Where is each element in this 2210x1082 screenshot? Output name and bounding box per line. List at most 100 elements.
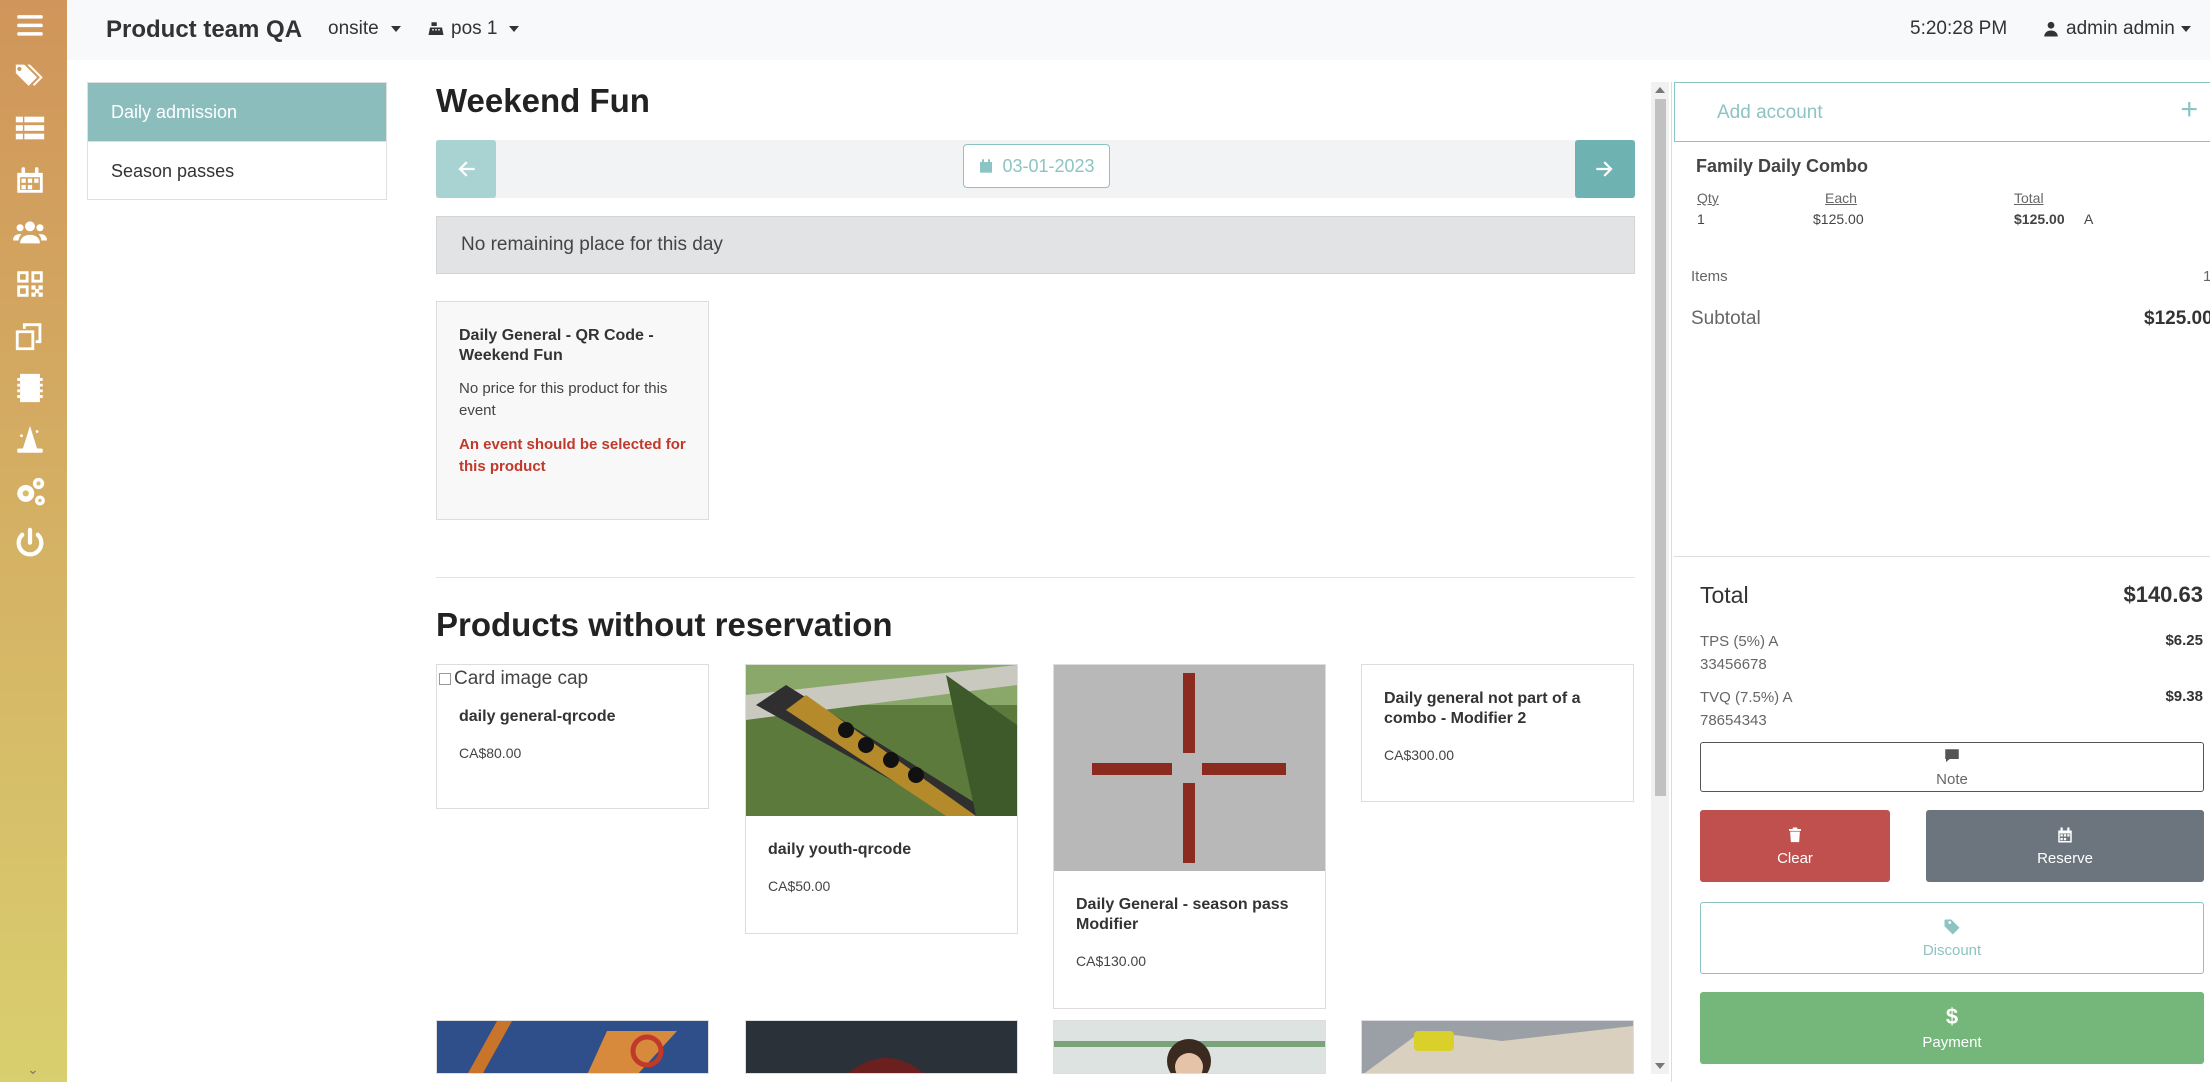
trash-icon (1789, 827, 1801, 842)
sd-card-icon[interactable] (12, 370, 48, 406)
calendar-icon (2058, 827, 2072, 842)
power-icon[interactable] (12, 526, 48, 562)
product-card[interactable] (1361, 1020, 1634, 1074)
subtotal-label: Subtotal (1691, 308, 1761, 329)
note-label: Note (1936, 770, 1968, 788)
section-divider (436, 577, 1635, 578)
main-scrollbar[interactable] (1651, 82, 1669, 1074)
menu-item-daily-admission[interactable]: Daily admission (88, 83, 386, 141)
tax-number: 33456678 (1700, 656, 1767, 673)
comment-icon (1945, 748, 1959, 762)
cash-register-icon (428, 22, 444, 35)
cart-line-title[interactable]: Family Daily Combo (1696, 156, 1868, 177)
cart-panel: Add account + Family Daily Combo Qty Eac… (1671, 82, 2210, 1082)
product-title: Daily General - QR Code - Weekend Fun (459, 327, 654, 364)
plus-icon[interactable]: + (2180, 93, 2198, 127)
clock: 5:20:28 PM (1910, 18, 2008, 39)
scrollbar-thumb[interactable] (1655, 99, 1666, 796)
product-card[interactable] (1053, 1020, 1326, 1074)
product-image (746, 1021, 1017, 1073)
calendar-icon (980, 159, 993, 173)
pos-dropdown[interactable]: pos 1 (427, 18, 520, 40)
product-error: An event should be selected for this pro… (459, 436, 686, 475)
line-qty: 1 (1697, 211, 1705, 227)
menu-item-season-passes[interactable]: Season passes (88, 141, 386, 199)
product-image (1054, 1021, 1325, 1073)
payment-button[interactable]: $ Payment (1700, 992, 2204, 1064)
dollar-icon: $ (1945, 1003, 1959, 1029)
product-card[interactable]: Card image cap daily general-qrcode CA$8… (436, 664, 709, 809)
copy-icon[interactable] (12, 318, 48, 354)
product-price: CA$50.00 (768, 878, 831, 894)
product-price: CA$300.00 (1384, 747, 1455, 763)
product-title: daily youth-qrcode (768, 841, 912, 858)
wizard-icon[interactable] (12, 422, 48, 458)
gears-icon[interactable] (12, 474, 48, 510)
product-image (437, 1021, 708, 1073)
menu-icon[interactable] (12, 7, 48, 43)
product-price-note: No price for this product for this event (459, 380, 668, 419)
product-card[interactable]: Daily General - season pass Modifier CA$… (1053, 664, 1326, 1009)
reserve-button[interactable]: Reserve (1926, 810, 2204, 882)
clear-label: Clear (1777, 849, 1813, 867)
pos-label: pos 1 (451, 18, 498, 39)
line-tax-code: A (2084, 211, 2094, 227)
discount-button[interactable]: Discount (1700, 902, 2204, 974)
each-header: Each (1825, 190, 1857, 206)
top-navbar: Product team QA onsite pos 1 5:20:28 PM … (67, 0, 2210, 60)
subtotal-value: $125.00 (2144, 308, 2210, 329)
category-menu: Daily admission Season passes (87, 82, 387, 200)
tags-icon[interactable] (12, 58, 48, 94)
qty-header: Qty (1697, 190, 1719, 206)
previous-day-button[interactable] (436, 140, 496, 198)
cart-divider (1674, 556, 2210, 557)
product-title: Daily general not part of a combo - Modi… (1384, 690, 1581, 727)
product-image-broken: Card image cap (437, 665, 708, 693)
user-dropdown[interactable]: admin admin (2042, 18, 2191, 40)
payment-label: Payment (1922, 1033, 1982, 1051)
next-day-button[interactable] (1575, 140, 1635, 198)
product-price: CA$80.00 (459, 745, 522, 761)
caret-down-icon (509, 26, 520, 32)
product-card[interactable] (745, 1020, 1018, 1074)
product-image (1054, 665, 1325, 871)
clear-button[interactable]: Clear (1700, 810, 1890, 882)
user-icon (2044, 21, 2058, 37)
tax-number: 78654343 (1700, 712, 1767, 729)
tax-value: $6.25 (2165, 632, 2203, 649)
tax-label: TVQ (7.5%) A (1700, 689, 1793, 706)
qrcode-icon[interactable] (12, 266, 48, 302)
total-label: Total (1700, 582, 1749, 608)
users-icon[interactable] (12, 214, 48, 250)
availability-alert: No remaining place for this day (436, 216, 1635, 274)
product-image (1362, 1021, 1633, 1073)
caret-down-icon (2180, 26, 2191, 32)
note-button[interactable]: Note (1700, 742, 2204, 792)
scroll-down-icon: ⌄ (27, 1061, 39, 1077)
location-dropdown[interactable]: onsite (328, 18, 401, 40)
brand-title[interactable]: Product team QA (106, 16, 302, 44)
calendar-icon[interactable] (12, 162, 48, 198)
list-icon[interactable] (12, 110, 48, 146)
scroll-down-icon[interactable] (1655, 1063, 1665, 1069)
date-navigator: 03-01-2023 (436, 140, 1635, 198)
product-card[interactable] (436, 1020, 709, 1074)
scroll-up-icon[interactable] (1655, 87, 1665, 93)
caret-down-icon (390, 26, 401, 32)
selected-date: 03-01-2023 (1002, 155, 1095, 176)
add-account-placeholder: Add account (1717, 102, 1823, 123)
discount-label: Discount (1922, 941, 1982, 959)
reserve-label: Reserve (2037, 849, 2093, 867)
add-account-field[interactable]: Add account + (1674, 82, 2210, 142)
total-value: $140.63 (2123, 582, 2203, 607)
items-count: 1 (2203, 268, 2210, 285)
product-card[interactable]: daily youth-qrcode CA$50.00 (745, 664, 1018, 934)
product-price: CA$130.00 (1076, 953, 1147, 969)
event-product-card[interactable]: Daily General - QR Code - Weekend Fun No… (436, 301, 709, 520)
date-picker-button[interactable]: 03-01-2023 (963, 144, 1110, 188)
icon-sidebar: ⌄ (0, 0, 67, 1082)
product-card[interactable]: Daily general not part of a combo - Modi… (1361, 664, 1634, 802)
total-header: Total (2014, 190, 2044, 206)
user-name: admin admin (2066, 18, 2175, 39)
location-label: onsite (328, 18, 379, 39)
